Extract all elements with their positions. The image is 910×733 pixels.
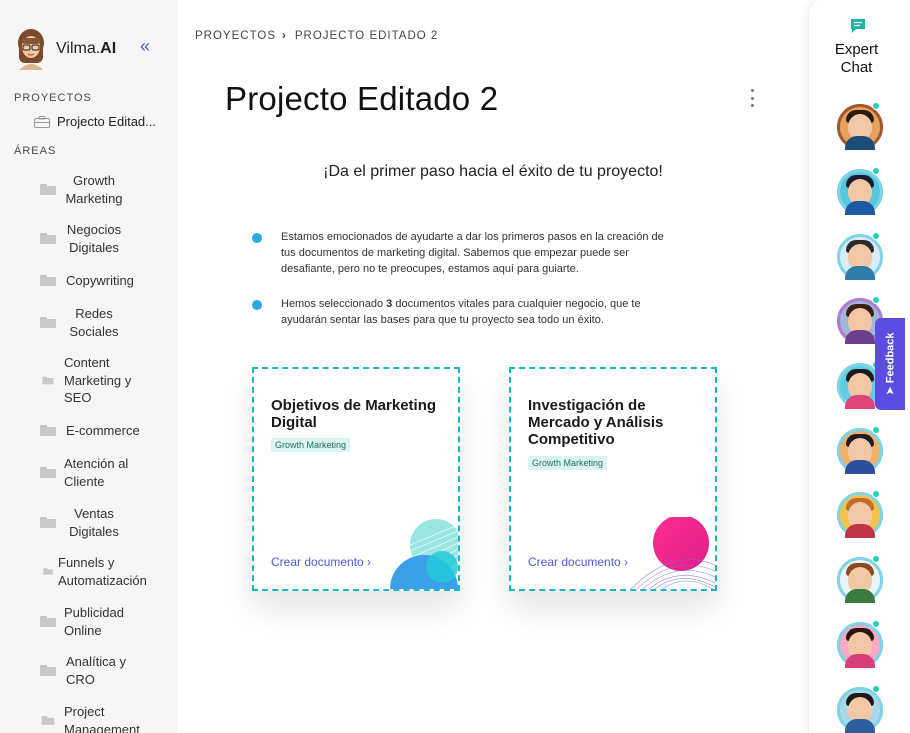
online-status-icon [872,685,880,693]
online-status-icon [872,555,880,563]
more-options-icon[interactable] [746,89,758,107]
expert-avatar-3[interactable] [837,232,883,280]
document-card-investigacion[interactable]: Investigación de Mercado y Análisis Comp… [509,367,717,591]
card-decoration-art [390,519,458,589]
online-status-icon [872,232,880,240]
breadcrumb-root[interactable]: PROYECTOS [195,30,276,42]
card-decoration-art [630,517,715,589]
sidebar: Vilma.AI « PROYECTOS Projecto Editad... … [0,0,178,733]
folder-icon [40,275,56,287]
breadcrumb: PROYECTOS › PROJECTO EDITADO 2 [195,30,438,42]
send-icon: ➤ [884,386,897,396]
folder-icon [41,716,55,725]
folder-icon [40,425,56,437]
intro-bullet-2-text: Hemos seleccionado 3 documentos vitales … [281,298,641,326]
sidebar-project-label: Projecto Editad... [57,114,156,129]
double-chevron-left-icon[interactable]: « [140,37,156,55]
expert-avatar-10[interactable] [837,685,883,733]
folder-icon [40,467,56,478]
sidebar-area-atencion-cliente[interactable]: Atención al Cliente [40,455,170,490]
intro-bullet-1: Estamos emocionados de ayudarte a dar lo… [252,229,672,277]
online-status-icon [872,426,880,434]
folder-icon [40,616,56,627]
brand[interactable]: Vilma.AI [14,28,116,70]
sidebar-project-item[interactable]: Projecto Editad... [34,114,174,129]
sidebar-area-project-management[interactable]: Project Management [40,703,170,733]
expert-avatar-1[interactable] [837,102,883,150]
folder-icon [42,376,54,385]
online-status-icon [872,620,880,628]
folder-icon [43,568,53,575]
folder-icon [40,184,56,195]
vilma-avatar-icon [18,29,44,70]
folder-icon [40,233,56,244]
sidebar-area-negocios-digitales[interactable]: Negocios Digitales [40,221,170,256]
sidebar-area-redes-sociales[interactable]: Redes Sociales [40,305,170,340]
create-document-link[interactable]: Crear documento › [528,555,628,569]
projects-section-label: PROYECTOS [14,92,92,104]
online-status-icon [872,490,880,498]
folder-icon [40,317,56,328]
expert-avatar-9[interactable] [837,620,883,668]
feedback-button[interactable]: ➤ Feedback [875,318,905,410]
brand-name: Vilma.AI [56,40,117,57]
briefcase-icon [34,115,50,128]
intro-bullet-1-text: Estamos emocionados de ayudarte a dar lo… [281,231,664,275]
card-title: Objetivos de Marketing Digital [271,397,437,431]
folder-icon [40,517,56,528]
breadcrumb-current: PROJECTO EDITADO 2 [294,30,439,42]
areas-section-label: ÁREAS [14,145,57,157]
card-tag: Growth Marketing [271,438,351,452]
expert-avatar-2[interactable] [837,167,883,215]
chat-icon [851,19,865,33]
folder-icon [40,665,56,676]
sidebar-area-ecommerce[interactable]: E-commerce [40,422,170,440]
create-document-link[interactable]: Crear documento › [271,555,371,569]
sidebar-area-funnels[interactable]: Funnels y Automatización [40,554,170,589]
page-subtitle: ¡Da el primer paso hacia el éxito de tu … [323,163,663,180]
sidebar-area-content-marketing[interactable]: Content Marketing y SEO [40,354,170,407]
intro-bullet-2: Hemos seleccionado 3 documentos vitales … [252,296,672,328]
chevron-right-icon: › [282,30,287,42]
online-status-icon [872,167,880,175]
card-tag: Growth Marketing [528,456,608,470]
online-status-icon [872,296,880,304]
expert-avatar-7[interactable] [837,490,883,538]
bullet-dot-icon [252,233,262,243]
expert-avatar-6[interactable] [837,426,883,474]
expert-chat-title: Expert Chat [834,41,879,76]
online-status-icon [872,102,880,110]
sidebar-area-growth-marketing[interactable]: Growth Marketing [40,172,170,207]
page-title: Projecto Editado 2 [225,80,499,117]
document-card-objetivos[interactable]: Objetivos de Marketing Digital Growth Ma… [252,367,460,591]
sidebar-area-analitica-cro[interactable]: Analítica y CRO [40,653,170,688]
feedback-label: ➤ Feedback [884,332,897,396]
bullet-dot-icon [252,300,262,310]
sidebar-area-copywriting[interactable]: Copywriting [40,272,170,290]
card-title: Investigación de Mercado y Análisis Comp… [528,397,664,448]
expert-avatar-8[interactable] [837,555,883,603]
sidebar-area-ventas-digitales[interactable]: Ventas Digitales [40,505,170,540]
sidebar-area-publicidad-online[interactable]: Publicidad Online [40,604,170,639]
